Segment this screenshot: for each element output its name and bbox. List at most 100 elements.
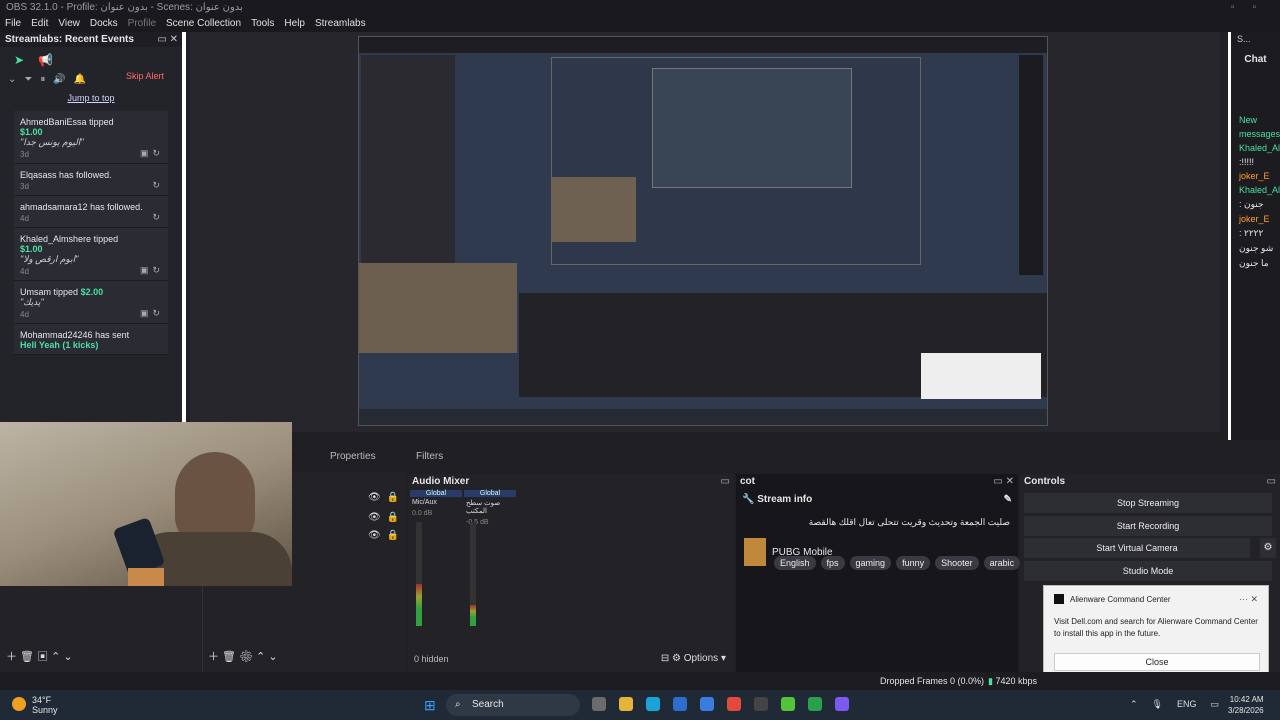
menu-help[interactable]: Help: [279, 15, 310, 32]
dock-close-icon[interactable]: ▭ ✕: [157, 32, 178, 47]
cup: [128, 568, 164, 586]
window-controls[interactable]: ▫▫: [1231, 0, 1274, 15]
menu-docks[interactable]: Docks: [85, 15, 123, 32]
send-icon[interactable]: ➤: [14, 53, 24, 67]
skip-alert-button[interactable]: Skip Alert: [126, 71, 164, 81]
network-icon[interactable]: ▭: [1211, 699, 1220, 710]
event-actions[interactable]: ↻: [152, 212, 164, 223]
event-actions[interactable]: ↻: [152, 180, 164, 191]
chat-dock-header: S...: [1237, 34, 1251, 44]
taskbar-apps: [592, 697, 849, 711]
gear-icon[interactable]: ⚙: [1260, 538, 1276, 558]
event-actions[interactable]: ▣↻: [140, 265, 164, 276]
obs-icon[interactable]: [754, 697, 768, 711]
discord-icon[interactable]: [835, 697, 849, 711]
chevron-up-icon[interactable]: ⌃: [1130, 699, 1138, 710]
event-actions[interactable]: ▣↻: [140, 148, 164, 159]
volume-meter[interactable]: [470, 522, 476, 626]
filter-icon[interactable]: ⏷: [24, 74, 32, 85]
temperature: 34°F: [32, 695, 52, 705]
pause-icon[interactable]: ⏸: [40, 74, 45, 85]
stream-info-label: Stream info: [757, 494, 813, 505]
jump-to-top-link[interactable]: Jump to top: [0, 93, 182, 105]
menu-edit[interactable]: Edit: [26, 15, 53, 32]
stop-streaming-button[interactable]: Stop Streaming: [1024, 493, 1272, 513]
search-icon: ⌕: [455, 699, 461, 710]
nested-popup: [921, 353, 1041, 399]
menu-file[interactable]: File: [0, 15, 26, 32]
event-actions[interactable]: ▣↻: [140, 308, 164, 319]
time: 10:42 AM: [1229, 695, 1264, 704]
mixer-channel: Global Mic/Aux 0.0 dB: [410, 490, 462, 519]
event-amount: $1.00: [20, 127, 43, 137]
mic-icon[interactable]: 🎙: [1152, 699, 1163, 710]
edge-icon[interactable]: [646, 697, 660, 711]
nested-taskbar: [359, 409, 1047, 425]
weather-widget[interactable]: 34°F Sunny: [12, 695, 58, 715]
weather-status: Sunny: [32, 705, 58, 715]
source-controls[interactable]: ＋ 🗑 ⚙ ⌃ ⌄: [208, 648, 278, 664]
close-icon[interactable]: ··· ✕: [1239, 594, 1258, 605]
menu-profile[interactable]: Profile: [123, 15, 161, 32]
chat-line: : جنون: [1239, 199, 1264, 209]
menubar: File Edit View Docks Profile Scene Colle…: [0, 15, 1280, 32]
source-row-visibility[interactable]: 👁🔒: [368, 530, 405, 541]
events-tabs: ➤ 📢: [0, 47, 182, 69]
megaphone-icon[interactable]: 📢: [38, 53, 53, 67]
panel-header: Controls ▭: [1020, 474, 1280, 488]
popup-body: Visit Dell.com and search for Alienware …: [1054, 617, 1258, 638]
menu-streamlabs[interactable]: Streamlabs: [310, 15, 371, 32]
menu-tools[interactable]: Tools: [246, 15, 279, 32]
start-recording-button[interactable]: Start Recording: [1024, 516, 1272, 536]
volume-icon[interactable]: 🔊: [53, 74, 65, 85]
outlook-icon[interactable]: [700, 697, 714, 711]
app-icon[interactable]: [808, 697, 822, 711]
language[interactable]: ENG: [1177, 699, 1197, 710]
panel-header: Audio Mixer ▭: [408, 474, 734, 488]
event-message: "اليوم يونس جدا": [20, 137, 84, 147]
tag: fps: [820, 556, 845, 570]
audio-mixer-panel: Audio Mixer ▭ Global Mic/Aux 0.0 dB Glob…: [408, 474, 734, 672]
chat-line: ما جنون: [1239, 258, 1269, 268]
program-preview[interactable]: [358, 36, 1048, 426]
mixer-options-button[interactable]: ⊟ ⚙ Options ▾: [661, 653, 726, 664]
source-row-visibility[interactable]: 👁🔒: [368, 512, 405, 523]
taskbar-search[interactable]: ⌕ Search: [446, 694, 580, 716]
event-item: Elqasass has followed. 3d ↻: [14, 164, 168, 196]
chrome-icon[interactable]: [727, 697, 741, 711]
bell-icon[interactable]: 🔔: [74, 74, 86, 85]
source-row-visibility[interactable]: 👁🔒: [368, 492, 405, 503]
start-virtual-camera-button[interactable]: Start Virtual Camera: [1024, 538, 1250, 558]
menu-scene-collection[interactable]: Scene Collection: [161, 15, 246, 32]
deep-nested-preview: [652, 68, 852, 188]
store-icon[interactable]: [673, 697, 687, 711]
close-icon[interactable]: ▭ ✕: [993, 477, 1014, 487]
tab-filters[interactable]: Filters: [416, 451, 443, 462]
studio-mode-button[interactable]: Studio Mode: [1024, 561, 1272, 581]
undock-icon[interactable]: ▭: [721, 477, 730, 487]
tag: English: [774, 556, 816, 570]
event-item: AhmedBaniEssa tipped $1.00 "اليوم يونس ج…: [14, 111, 168, 164]
event-time: 3d: [20, 182, 29, 191]
clock[interactable]: 10:42 AM 3/28/2026: [1228, 694, 1264, 716]
undock-icon[interactable]: ▭: [1267, 477, 1276, 487]
close-button[interactable]: Close: [1054, 653, 1260, 671]
file-explorer-icon[interactable]: [619, 697, 633, 711]
channel-device[interactable]: صوت سطح المكتب: [464, 497, 516, 517]
volume-meter[interactable]: [416, 522, 422, 626]
bitrate-value: 7420 kbps: [995, 676, 1038, 686]
kick-icon[interactable]: [781, 697, 795, 711]
windows-taskbar: 34°F Sunny ⊞ ⌕ Search ⌃ 🎙 ENG ▭ 10:42 AM…: [0, 690, 1280, 720]
menu-view[interactable]: View: [53, 15, 85, 32]
tag: arabic: [983, 556, 1021, 570]
tag: funny: [896, 556, 931, 570]
chevron-down-icon[interactable]: ⌄: [8, 74, 16, 85]
windows-start-icon[interactable]: ⊞: [424, 697, 440, 713]
event-time: 4d: [20, 214, 29, 223]
edit-icon[interactable]: ✎: [1004, 494, 1012, 505]
tab-properties[interactable]: Properties: [330, 451, 376, 462]
scene-controls[interactable]: ＋ 🗑 ▣ ⌃ ⌄: [6, 648, 73, 664]
properties-bar: Properties Filters: [292, 446, 1280, 466]
task-view-icon[interactable]: [592, 697, 606, 711]
channel-device[interactable]: Mic/Aux: [410, 497, 462, 508]
